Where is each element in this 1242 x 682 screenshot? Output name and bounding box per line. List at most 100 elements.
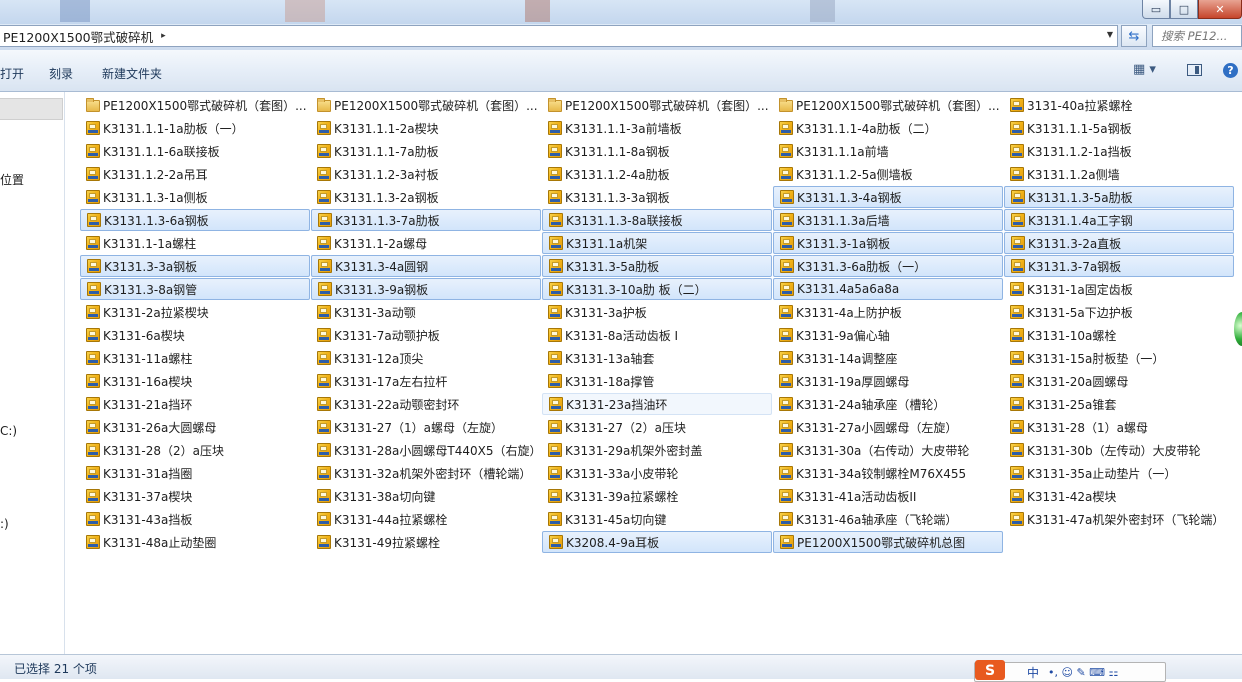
file-item[interactable]: K3131.1.3-2a钢板 — [311, 186, 541, 208]
file-item[interactable]: K3131-41a活动齿板II — [773, 485, 1003, 507]
file-item[interactable]: K3131.3-1a钢板 — [773, 232, 1003, 254]
file-item[interactable]: K3131-28（1）a螺母 — [1004, 416, 1234, 438]
file-item[interactable]: K3131.1.2-2a吊耳 — [80, 163, 310, 185]
file-item[interactable]: K3131-39a拉紧螺栓 — [542, 485, 772, 507]
file-item[interactable]: K3131-10a螺栓 — [1004, 324, 1234, 346]
file-item[interactable]: K3131-44a拉紧螺栓 — [311, 508, 541, 530]
file-item[interactable]: K3131-6a楔块 — [80, 324, 310, 346]
nav-item-drive[interactable]: :) — [0, 517, 9, 531]
file-item[interactable]: K3131-46a轴承座（飞轮端） — [773, 508, 1003, 530]
file-item[interactable]: K3131-26a大圆螺母 — [80, 416, 310, 438]
file-item[interactable]: K3131-25a锥套 — [1004, 393, 1234, 415]
search-box[interactable] — [1152, 25, 1242, 47]
file-item[interactable]: K3131.1.1-1a肋板（一） — [80, 117, 310, 139]
search-input[interactable] — [1161, 29, 1241, 43]
folder-item[interactable]: PE1200X1500鄂式破碎机（套图）... — [311, 94, 541, 116]
file-item[interactable]: K3131-12a顶尖 — [311, 347, 541, 369]
file-item[interactable]: K3131-43a挡板 — [80, 508, 310, 530]
file-item[interactable]: K3131.1a机架 — [542, 232, 772, 254]
file-item[interactable]: K3131-5a下边护板 — [1004, 301, 1234, 323]
file-item[interactable]: K3131-18a撑管 — [542, 370, 772, 392]
file-item[interactable]: K3131-47a机架外密封环（飞轮端） — [1004, 508, 1234, 530]
breadcrumb-current-folder[interactable]: PE1200X1500鄂式破碎机 — [0, 27, 153, 46]
file-item[interactable]: K3131-17a左右拉杆 — [311, 370, 541, 392]
close-button[interactable]: ✕ — [1198, 0, 1242, 19]
file-item[interactable]: K3131.1.3-6a钢板 — [80, 209, 310, 231]
file-item[interactable]: K3131-4a上防护板 — [773, 301, 1003, 323]
nav-item-locations[interactable]: 位置 — [0, 171, 24, 188]
file-item[interactable]: K3131.1.1-2a楔块 — [311, 117, 541, 139]
file-item[interactable]: K3131-32a机架外密封环（槽轮端） — [311, 462, 541, 484]
ime-mode-toggle[interactable]: 中 — [1027, 664, 1039, 681]
file-item[interactable]: K3131-16a楔块 — [80, 370, 310, 392]
file-item[interactable]: K3131.3-2a直板 — [1004, 232, 1234, 254]
nav-selected-item[interactable] — [0, 98, 63, 120]
file-item[interactable]: K3131.1.2-5a侧墙板 — [773, 163, 1003, 185]
file-item[interactable]: K3131.3-3a钢板 — [80, 255, 310, 277]
refresh-button[interactable]: ⇆ — [1121, 25, 1147, 47]
file-item[interactable]: K3131-33a小皮带轮 — [542, 462, 772, 484]
file-item[interactable]: K3131.1.1a前墙 — [773, 140, 1003, 162]
breadcrumb-arrow-icon[interactable]: ▸ — [161, 31, 166, 41]
file-item[interactable]: K3131.3-9a钢板 — [311, 278, 541, 300]
file-item[interactable]: K3131.1.3-1a侧板 — [80, 186, 310, 208]
file-item[interactable]: K3131.1.1-8a钢板 — [542, 140, 772, 162]
file-item[interactable]: K3131-27（1）a螺母（左旋） — [311, 416, 541, 438]
file-item[interactable]: 3131-40a拉紧螺栓 — [1004, 94, 1234, 116]
file-item[interactable]: K3131-30a（右传动）大皮带轮 — [773, 439, 1003, 461]
maximize-button[interactable]: □ — [1170, 0, 1198, 19]
file-item[interactable]: K3131-28a小圆螺母T440X5（右旋） — [311, 439, 541, 461]
file-item[interactable]: K3131.3-5a肋板 — [542, 255, 772, 277]
file-item[interactable]: K3131-35a止动垫片（一） — [1004, 462, 1234, 484]
file-item[interactable]: K3131-37a楔块 — [80, 485, 310, 507]
address-dropdown-icon[interactable]: ▼ — [1107, 30, 1113, 39]
file-item[interactable]: K3131.1.3-3a钢板 — [542, 186, 772, 208]
file-item[interactable]: K3131-9a偏心轴 — [773, 324, 1003, 346]
file-item[interactable]: K3131-28（2）a压块 — [80, 439, 310, 461]
file-item[interactable]: K3131-3a动颚 — [311, 301, 541, 323]
file-item[interactable]: K3131.3-6a肋板（一） — [773, 255, 1003, 277]
burn-button[interactable]: 刻录 — [49, 65, 73, 82]
file-item[interactable]: K3131-2a拉紧楔块 — [80, 301, 310, 323]
file-item[interactable]: K3131.1.3a后墙 — [773, 209, 1003, 231]
file-item[interactable]: K3131-15a肘板垫（一） — [1004, 347, 1234, 369]
file-item[interactable]: K3131.1.1-4a肋板（二） — [773, 117, 1003, 139]
file-item[interactable]: K3131.1.2-1a挡板 — [1004, 140, 1234, 162]
file-item[interactable]: K3131-11a螺柱 — [80, 347, 310, 369]
minimize-button[interactable]: ▭ — [1142, 0, 1170, 19]
view-options-icon[interactable]: ▦ ▾ — [1133, 62, 1156, 77]
file-item[interactable]: K3131-24a轴承座（槽轮） — [773, 393, 1003, 415]
file-item[interactable]: K3131-34a铰制螺栓M76X455 — [773, 462, 1003, 484]
file-item[interactable]: K3131.3-10a肋 板（二） — [542, 278, 772, 300]
file-item[interactable]: K3131-8a活动齿板 I — [542, 324, 772, 346]
file-item[interactable]: K3131.1.1-6a联接板 — [80, 140, 310, 162]
new-folder-button[interactable]: 新建文件夹 — [102, 65, 162, 82]
folder-item[interactable]: PE1200X1500鄂式破碎机（套图）... — [773, 94, 1003, 116]
file-item[interactable]: K3131-45a切向键 — [542, 508, 772, 530]
file-item[interactable]: K3131.1.3-5a肋板 — [1004, 186, 1234, 208]
file-item[interactable]: K3131-30b（左传动）大皮带轮 — [1004, 439, 1234, 461]
file-item[interactable]: K3131.1.1-3a前墙板 — [542, 117, 772, 139]
file-item[interactable]: K3131.1.2a侧墙 — [1004, 163, 1234, 185]
file-item[interactable]: K3131.3-7a钢板 — [1004, 255, 1234, 277]
file-item[interactable]: K3131-31a挡圈 — [80, 462, 310, 484]
file-item[interactable]: K3131-48a止动垫圈 — [80, 531, 310, 553]
file-item[interactable]: K3131-38a切向键 — [311, 485, 541, 507]
file-item[interactable]: K3131-49拉紧螺栓 — [311, 531, 541, 553]
file-item[interactable]: K3131-29a机架外密封盖 — [542, 439, 772, 461]
file-item[interactable]: K3131.1.3-4a钢板 — [773, 186, 1003, 208]
file-item[interactable]: K3131.3-4a圆钢 — [311, 255, 541, 277]
file-item[interactable]: K3131-7a动颚护板 — [311, 324, 541, 346]
file-item[interactable]: K3131-1a固定齿板 — [1004, 278, 1234, 300]
file-item[interactable]: K3131-27a小圆螺母（左旋） — [773, 416, 1003, 438]
open-button[interactable]: 打开 — [0, 65, 24, 82]
folder-item[interactable]: PE1200X1500鄂式破碎机（套图）... — [80, 94, 310, 116]
file-item[interactable]: K3131-20a圆螺母 — [1004, 370, 1234, 392]
file-item[interactable]: K3131-21a挡环 — [80, 393, 310, 415]
file-item[interactable]: K3131-3a护板 — [542, 301, 772, 323]
file-item[interactable]: K3131-14a调整座 — [773, 347, 1003, 369]
file-item[interactable]: K3131-19a厚圆螺母 — [773, 370, 1003, 392]
file-item[interactable]: K3131.1-2a螺母 — [311, 232, 541, 254]
file-item[interactable]: K3131-22a动颚密封环 — [311, 393, 541, 415]
address-bar[interactable]: PE1200X1500鄂式破碎机 ▸ ▼ — [0, 25, 1118, 47]
